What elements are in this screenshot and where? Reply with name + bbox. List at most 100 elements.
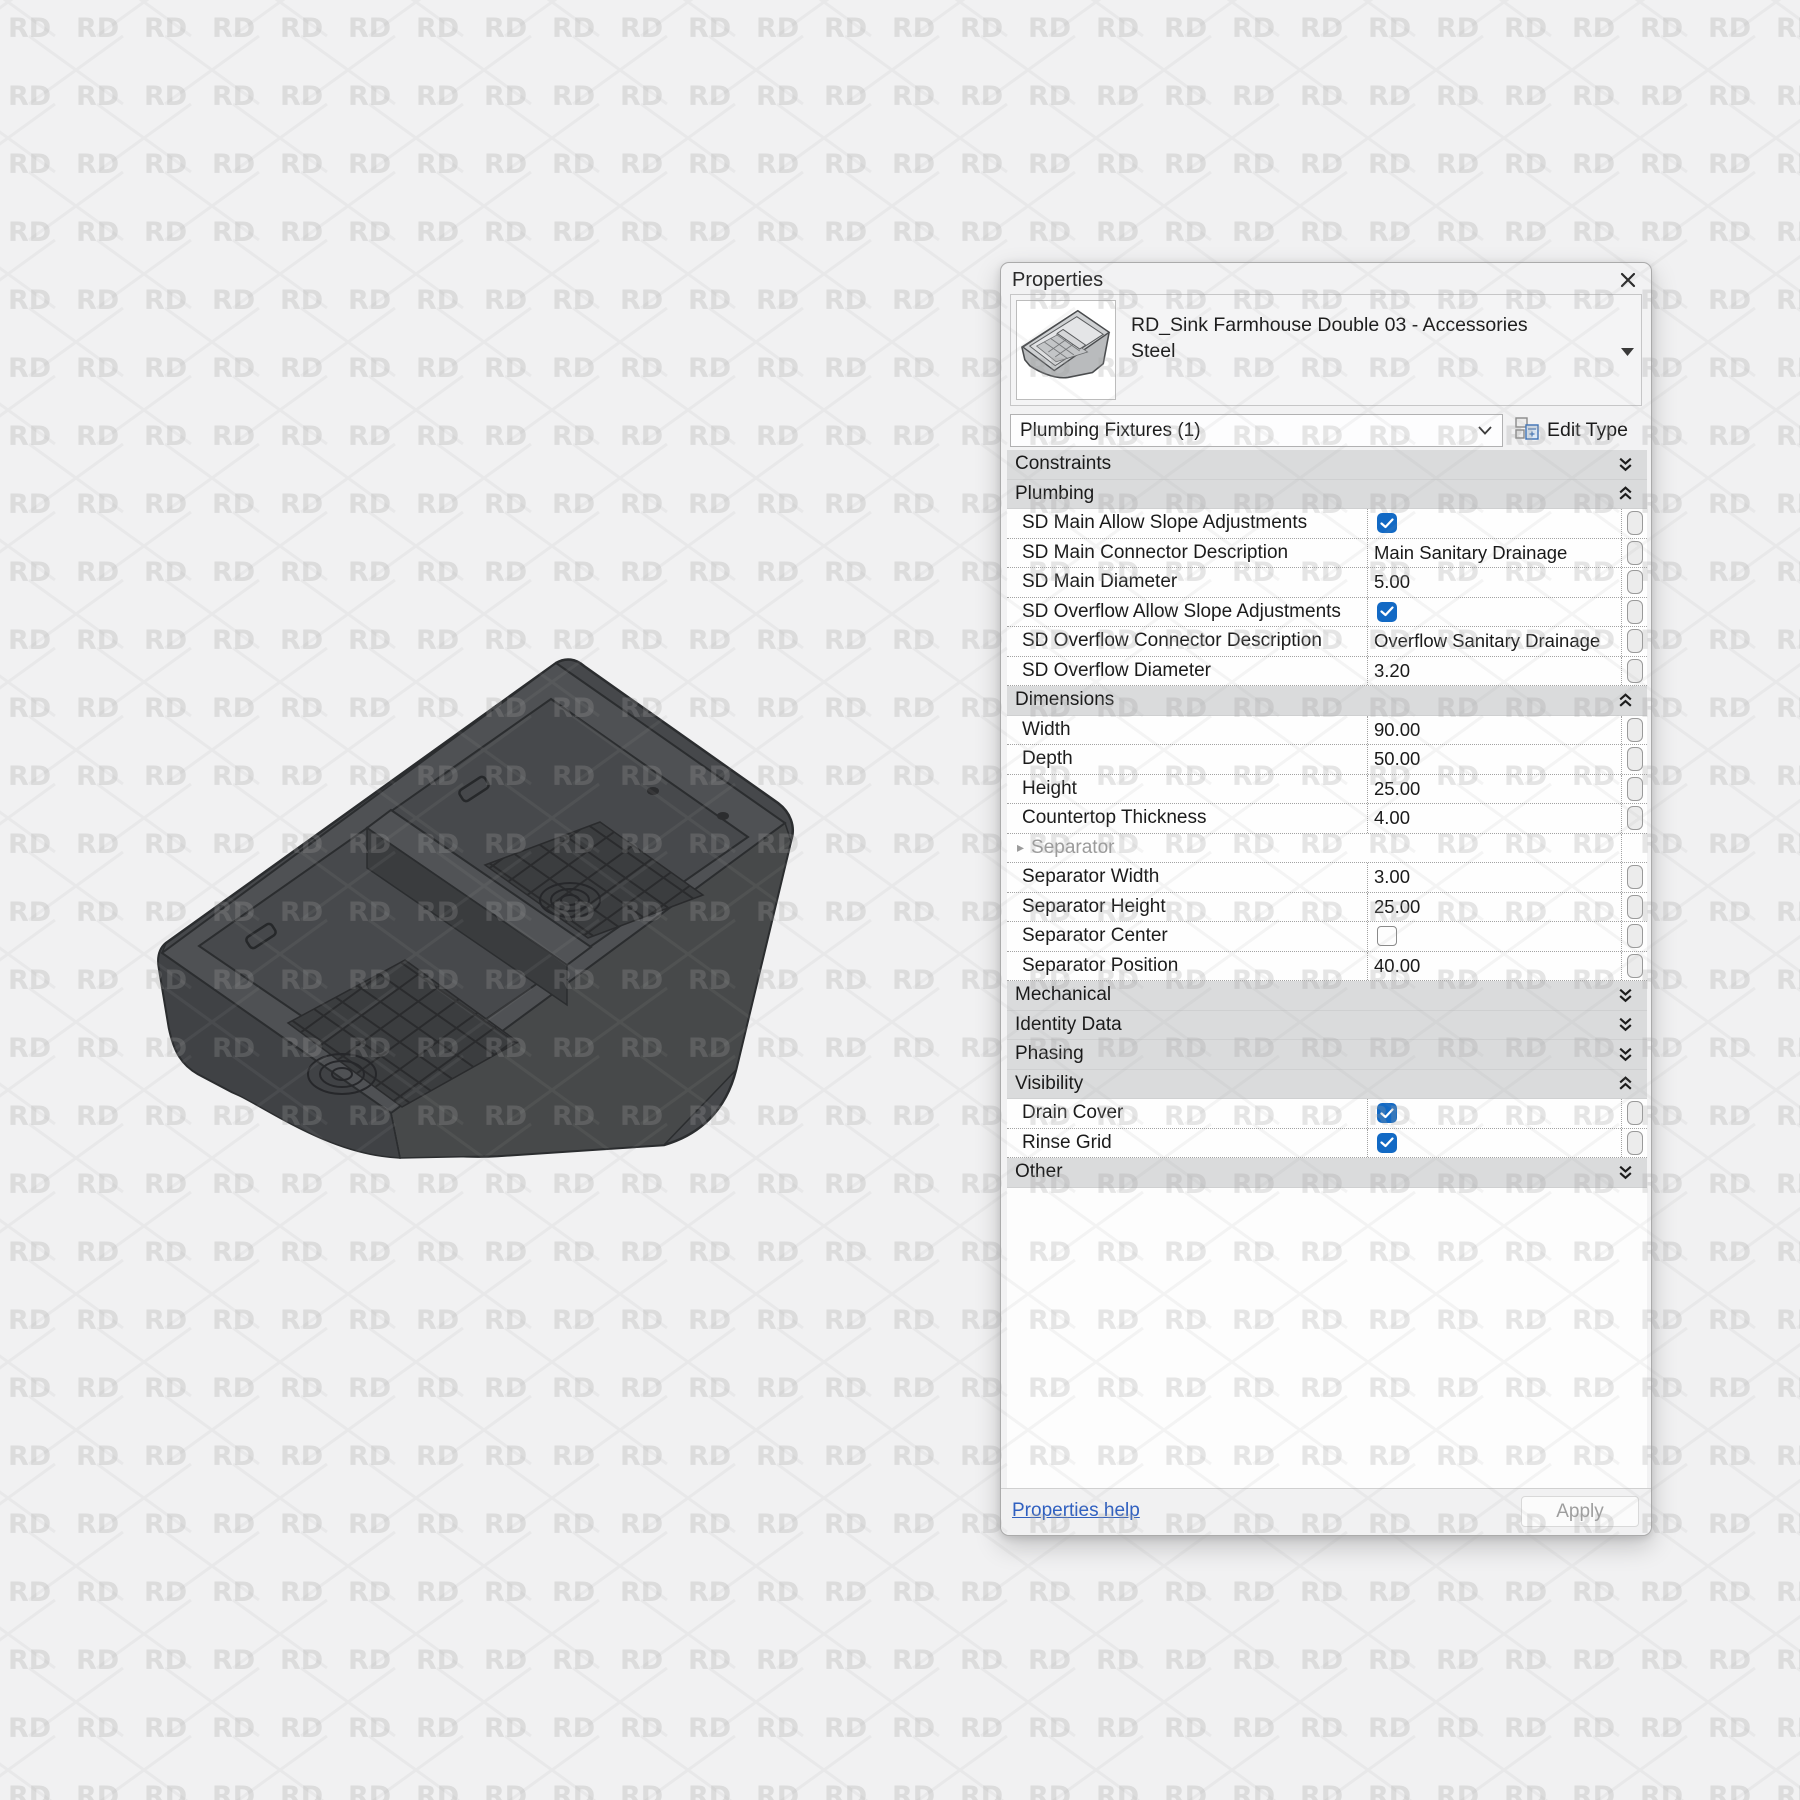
button-cell (1621, 745, 1647, 774)
checkbox-checked[interactable] (1377, 513, 1397, 534)
type-thumbnail-sink-image (1021, 309, 1111, 379)
section-header-other[interactable]: Other (1007, 1158, 1647, 1188)
property-label: Rinse Grid (1022, 1131, 1112, 1153)
property-value-cell[interactable]: 5.00 (1367, 568, 1621, 597)
associate-parameter-button[interactable] (1626, 629, 1643, 654)
collapse-section-icon[interactable] (1617, 692, 1634, 709)
associate-parameter-button[interactable] (1626, 953, 1643, 978)
property-value-text: 5.00 (1374, 571, 1411, 593)
button-cell (1621, 804, 1647, 833)
property-value-cell[interactable] (1367, 1099, 1621, 1128)
button-cell (1621, 863, 1647, 892)
property-value-cell[interactable]: 90.00 (1367, 715, 1621, 744)
property-value-text: 40.00 (1374, 954, 1421, 976)
group-row-separator: ▸ Separator (1007, 833, 1647, 863)
property-value-cell[interactable]: Overflow Sanitary Drainage (1367, 627, 1621, 656)
associate-parameter-button[interactable] (1626, 658, 1643, 683)
property-value-cell[interactable]: Main Sanitary Drainage (1367, 538, 1621, 567)
property-value-cell[interactable]: 3.00 (1367, 863, 1621, 892)
associate-parameter-button[interactable] (1626, 717, 1643, 742)
associate-parameter-button[interactable] (1626, 1130, 1643, 1155)
property-row-rinse-grid: Rinse Grid (1007, 1128, 1647, 1158)
associate-parameter-button[interactable] (1626, 806, 1643, 831)
associate-parameter-button[interactable] (1626, 570, 1643, 595)
associate-parameter-button[interactable] (1626, 511, 1643, 536)
type-thumbnail (1016, 300, 1116, 400)
panel-titlebar: Properties (1001, 263, 1651, 295)
property-value-cell[interactable] (1367, 597, 1621, 626)
edit-type-button[interactable]: Edit Type (1514, 413, 1648, 448)
button-cell (1621, 774, 1647, 803)
collapse-section-icon[interactable] (1617, 485, 1634, 502)
section-label: Constraints (1015, 453, 1112, 475)
expand-section-icon[interactable] (1617, 1016, 1634, 1033)
property-row-separator-center: Separator Center (1007, 922, 1647, 952)
property-value-text: Overflow Sanitary Drainage (1374, 630, 1601, 652)
checkbox-checked[interactable] (1377, 1103, 1397, 1124)
associate-parameter-button[interactable] (1626, 894, 1643, 919)
property-value-cell[interactable] (1367, 922, 1621, 951)
associate-parameter-button[interactable] (1626, 540, 1643, 565)
expand-section-icon[interactable] (1617, 987, 1634, 1004)
property-value-cell[interactable]: 40.00 (1367, 951, 1621, 980)
expand-section-icon[interactable] (1617, 456, 1634, 473)
section-header-identity-data[interactable]: Identity Data (1007, 1010, 1647, 1040)
button-cell (1621, 568, 1647, 597)
property-row-separator-height: Separator Height 25.00 (1007, 892, 1647, 922)
property-row-drain-cover: Drain Cover (1007, 1099, 1647, 1129)
expand-section-icon[interactable] (1617, 1164, 1634, 1181)
property-value-text: 50.00 (1374, 748, 1421, 770)
associate-parameter-button[interactable] (1626, 924, 1643, 949)
apply-button[interactable]: Apply (1521, 1496, 1639, 1527)
associate-parameter-button[interactable] (1626, 865, 1643, 890)
associate-parameter-button[interactable] (1626, 599, 1643, 624)
button-cell (1621, 627, 1647, 656)
property-value-text: 3.20 (1374, 659, 1411, 681)
section-label: Mechanical (1015, 984, 1112, 1006)
button-cell (1621, 656, 1647, 685)
property-value-cell[interactable]: 25.00 (1367, 892, 1621, 921)
section-header-phasing[interactable]: Phasing (1007, 1040, 1647, 1070)
property-label: Separator Position (1022, 954, 1179, 976)
checkbox-checked[interactable] (1377, 1132, 1397, 1153)
property-value-cell[interactable] (1367, 1128, 1621, 1157)
section-header-dimensions[interactable]: Dimensions (1007, 686, 1647, 716)
section-header-visibility[interactable]: Visibility (1007, 1069, 1647, 1099)
combo-chevron-icon (1478, 422, 1492, 440)
checkbox-checked[interactable] (1377, 601, 1397, 622)
section-label: Dimensions (1015, 689, 1115, 711)
panel-title: Properties (1012, 269, 1104, 291)
property-row-separator-position: Separator Position 40.00 (1007, 951, 1647, 981)
property-row-depth: Depth 50.00 (1007, 745, 1647, 775)
property-value-cell[interactable] (1367, 509, 1621, 538)
properties-help-link[interactable]: Properties help (1012, 1500, 1140, 1522)
associate-parameter-button[interactable] (1626, 776, 1643, 801)
section-header-plumbing[interactable]: Plumbing (1007, 479, 1647, 509)
type-selector[interactable]: RD_Sink Farmhouse Double 03 - Accessorie… (1010, 294, 1642, 406)
type-dropdown-arrow-icon[interactable] (1621, 343, 1634, 361)
property-value-text: Main Sanitary Drainage (1374, 541, 1568, 563)
section-label: Plumbing (1015, 482, 1095, 504)
property-value-cell[interactable]: 3.20 (1367, 656, 1621, 685)
section-label: Phasing (1015, 1043, 1084, 1065)
collapse-section-icon[interactable] (1617, 1075, 1634, 1092)
button-cell (1621, 833, 1647, 862)
property-label: SD Main Allow Slope Adjustments (1022, 512, 1308, 534)
checkbox-unchecked[interactable] (1377, 926, 1397, 947)
associate-parameter-button[interactable] (1626, 1101, 1643, 1126)
value-cell (1367, 834, 1621, 863)
property-value-cell[interactable]: 50.00 (1367, 745, 1621, 774)
section-header-mechanical[interactable]: Mechanical (1007, 981, 1647, 1011)
close-icon[interactable] (1617, 269, 1639, 291)
associate-parameter-button[interactable] (1626, 747, 1643, 772)
property-row-height: Height 25.00 (1007, 774, 1647, 804)
property-value-text: 90.00 (1374, 718, 1421, 740)
property-label: Height (1022, 777, 1077, 799)
section-header-constraints[interactable]: Constraints (1007, 450, 1647, 480)
expand-section-icon[interactable] (1617, 1046, 1634, 1063)
property-value-text: 25.00 (1374, 895, 1421, 917)
button-cell (1621, 509, 1647, 538)
property-value-cell[interactable]: 25.00 (1367, 774, 1621, 803)
property-value-cell[interactable]: 4.00 (1367, 804, 1621, 833)
category-filter-combo[interactable]: Plumbing Fixtures (1) (1010, 414, 1503, 447)
